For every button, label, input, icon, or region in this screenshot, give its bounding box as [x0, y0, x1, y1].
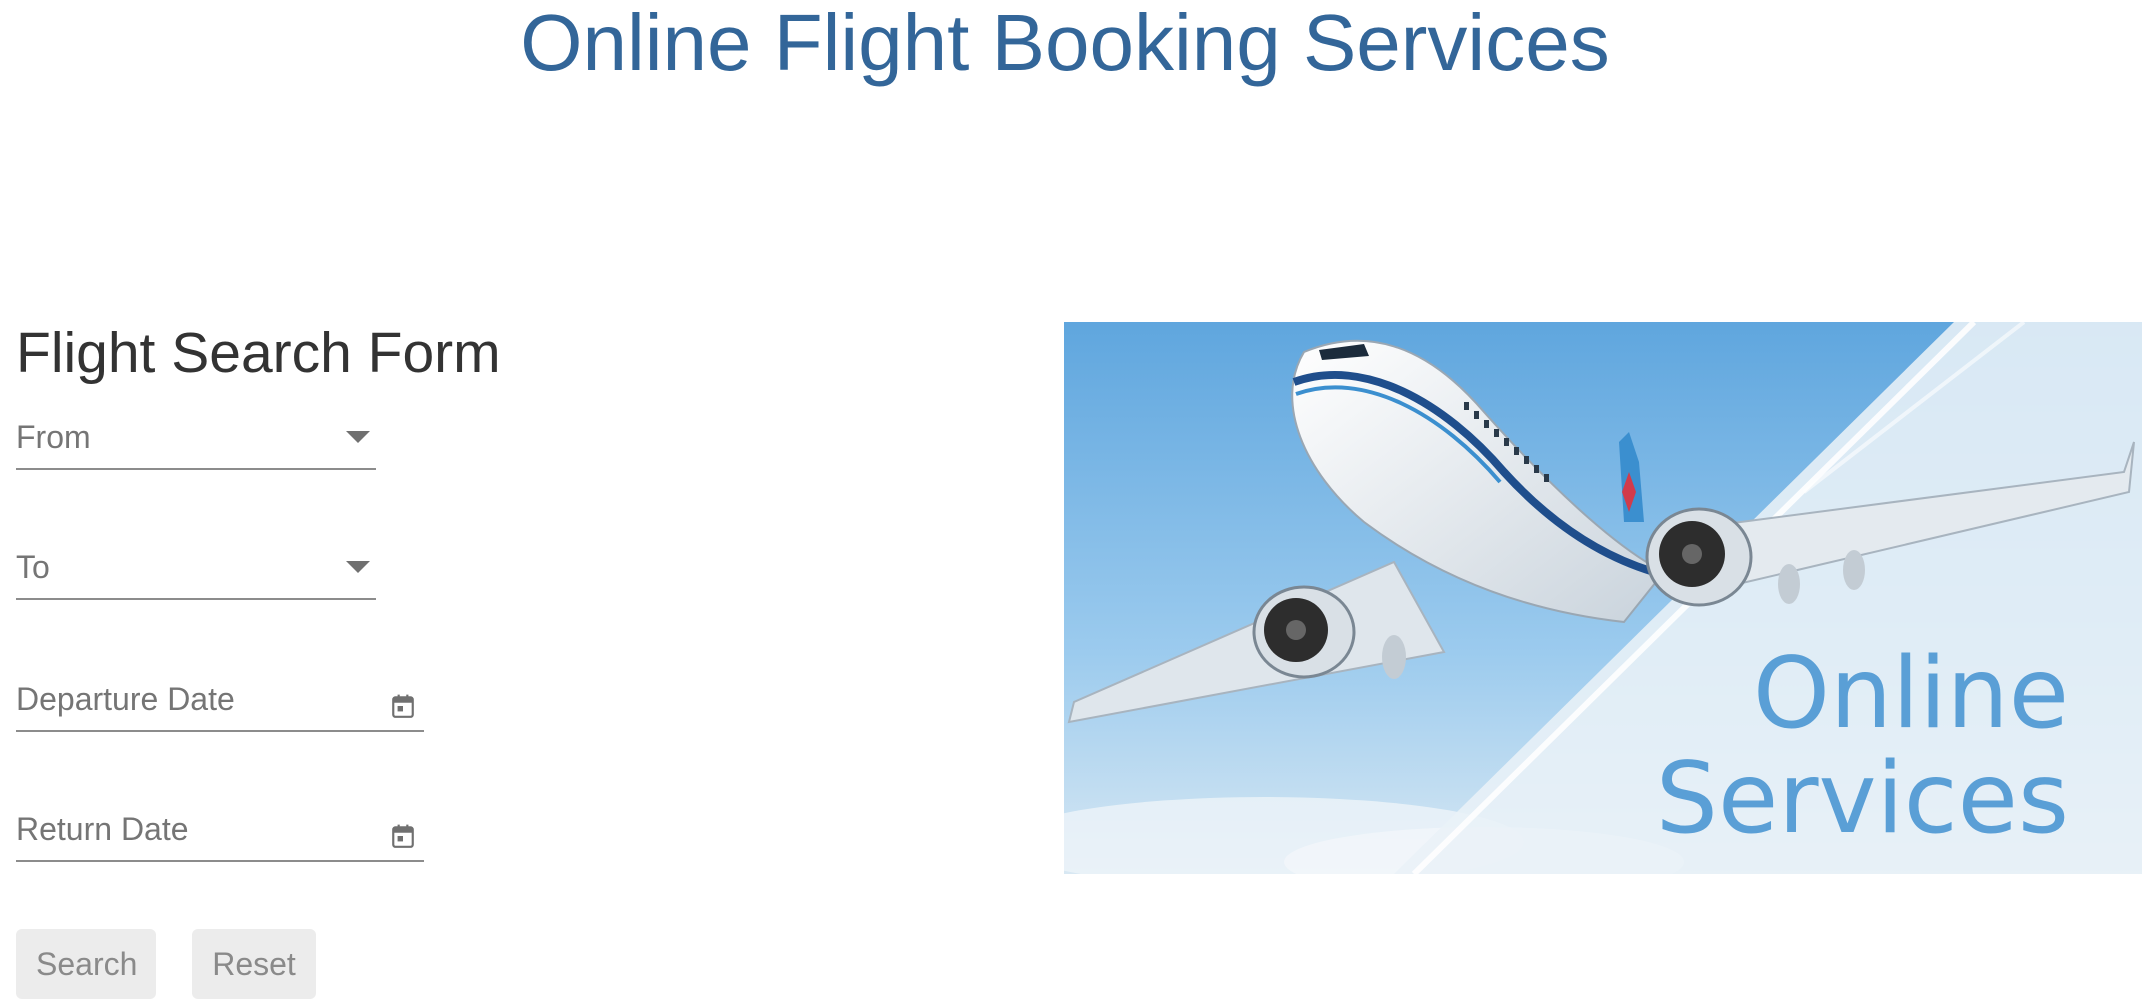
- banner-text-line2: Services: [1656, 742, 2069, 856]
- return-date-field[interactable]: Return Date: [16, 806, 424, 862]
- flight-search-form: Flight Search Form From To Departure Dat…: [16, 318, 616, 999]
- airplane-illustration: Online Services: [1064, 322, 2142, 874]
- search-button[interactable]: Search: [16, 929, 156, 999]
- to-label: To: [16, 549, 50, 585]
- return-date-label: Return Date: [16, 811, 189, 847]
- from-select[interactable]: From: [16, 414, 376, 470]
- banner-image: Online Services: [1064, 322, 2142, 874]
- calendar-icon[interactable]: [390, 822, 416, 850]
- page-title: Online Flight Booking Services: [520, 0, 1610, 87]
- calendar-icon[interactable]: [390, 692, 416, 720]
- departure-date-field[interactable]: Departure Date: [16, 676, 424, 732]
- chevron-down-icon: [346, 431, 370, 443]
- departure-date-label: Departure Date: [16, 681, 235, 717]
- form-heading: Flight Search Form: [16, 321, 501, 385]
- chevron-down-icon: [346, 561, 370, 573]
- reset-button[interactable]: Reset: [192, 929, 316, 999]
- from-label: From: [16, 419, 91, 455]
- banner-text-line1: Online: [1753, 637, 2069, 751]
- to-select[interactable]: To: [16, 544, 376, 600]
